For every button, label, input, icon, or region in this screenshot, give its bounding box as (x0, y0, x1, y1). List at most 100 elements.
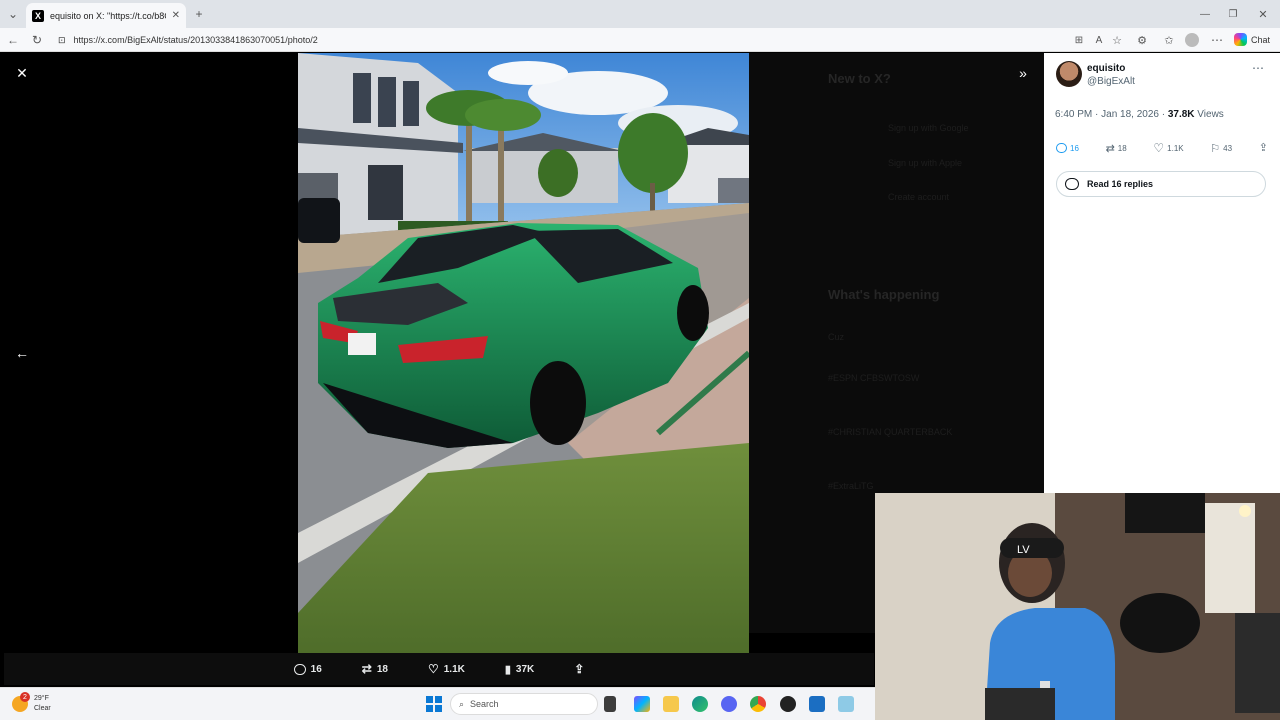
repost-count: 18 (1117, 143, 1127, 153)
bookmark-button[interactable]: ⚐ 43 (1210, 141, 1232, 155)
weather-widget[interactable]: 2 29°F Clear (12, 692, 51, 714)
views-action[interactable]: ▮ 37K (505, 663, 534, 676)
share-icon: ⇪ (574, 662, 585, 676)
copilot-chat-button[interactable]: Chat (1234, 33, 1270, 46)
back-icon[interactable]: ← (4, 31, 22, 49)
post-action-row: 16 ⇄ 18 ♡ 1.1K ⚐ 43 ⇪ (1056, 141, 1268, 155)
weather-icon: 2 (12, 692, 30, 712)
bookmark-count: 43 (1223, 143, 1233, 153)
like-count: 1.1K (1167, 143, 1184, 153)
new-to-x-heading: New to X? (828, 71, 891, 86)
app-available-icon[interactable]: ⊞ (1070, 31, 1088, 49)
close-tab-icon[interactable]: ✕ (172, 10, 180, 21)
new-tab-icon[interactable]: + (190, 5, 208, 23)
reply-button[interactable]: 16 (1056, 141, 1079, 155)
share-action[interactable]: ⇪ (574, 662, 584, 676)
more-menu-icon[interactable]: ⋯ (1208, 31, 1226, 49)
signup-google: Sign up with Google (888, 123, 969, 133)
reply-icon (293, 663, 306, 675)
address-bar: ← ↻ ⊡ https://x.com/BigExAlt/status/2013… (0, 28, 1280, 52)
analytics-icon: ▮ (504, 663, 511, 676)
read-replies-label: Read 16 replies (1087, 179, 1154, 189)
trend-item: #CHRISTIAN QUARTERBACK (828, 427, 953, 437)
start-icon[interactable] (426, 696, 442, 712)
browser-tab-bar: ⌄ X equisito on X: "https://t.co/b8Cc8t … (0, 0, 1280, 28)
heart-icon: ♡ (427, 662, 439, 676)
whats-happening-heading: What's happening (828, 287, 940, 302)
repost-count: 18 (376, 663, 388, 675)
copilot-app-icon[interactable] (634, 696, 650, 712)
collapse-panel-icon[interactable]: » (1013, 63, 1033, 83)
favorites-icon[interactable]: ✩ (1160, 31, 1178, 49)
author-name[interactable]: equisito (1087, 63, 1125, 74)
author-handle[interactable]: @BigExAlt (1087, 76, 1135, 87)
reply-count: 16 (310, 663, 322, 675)
read-replies-button[interactable]: Read 16 replies (1056, 171, 1266, 197)
repost-button[interactable]: ⇄ 18 (1106, 141, 1127, 155)
views-label: Views (1194, 109, 1224, 120)
share-button[interactable]: ⇪ (1259, 141, 1268, 155)
taskbar-search-box[interactable]: ⌕ Search (450, 693, 598, 715)
views-number: 37.8K (1167, 109, 1195, 120)
tab-actions-icon[interactable]: ⌄ (4, 5, 22, 23)
views-count: 37K (515, 663, 535, 675)
more-options-icon[interactable]: ⋯ (1252, 61, 1264, 75)
repost-icon: ⇄ (1105, 142, 1115, 155)
create-account: Create account (888, 192, 950, 202)
reply-icon (1056, 143, 1067, 153)
profile-avatar[interactable] (1185, 33, 1199, 47)
repost-action[interactable]: ⇄ 18 (362, 662, 388, 676)
car-photo-image (298, 53, 749, 653)
extensions-icon[interactable]: ⚙ (1133, 31, 1151, 49)
speech-bubble-icon (1065, 178, 1079, 190)
media-action-bar: 16 ⇄ 18 ♡ 1.1K ▮ 37K ⇪ (4, 653, 874, 685)
bookmark-icon: ⚐ (1210, 142, 1221, 155)
task-view-icon[interactable] (604, 696, 616, 712)
favorite-star-icon[interactable]: ☆ (1108, 31, 1126, 49)
trend-item: Cuz (828, 332, 845, 342)
svg-text:LV: LV (1017, 544, 1030, 556)
weather-temp: 29°F (34, 695, 49, 702)
tab-title: equisito on X: "https://t.co/b8Cc8t (50, 10, 166, 21)
discord-icon[interactable] (721, 696, 737, 712)
refresh-icon[interactable]: ↻ (28, 31, 46, 49)
windows-taskbar: 2 29°F Clear ⌕ Search (0, 687, 875, 720)
webcam-overlay: LV (875, 493, 1280, 720)
restore-icon[interactable]: ❐ (1224, 5, 1242, 23)
like-action[interactable]: ♡ 1.1K (428, 662, 465, 676)
post-timestamp: 6:40 PM · Jan 18, 2026 · 37.8K Views (1055, 109, 1224, 120)
trend-item: #ExtraLiTG (828, 481, 874, 491)
reply-action[interactable]: 16 (293, 663, 322, 675)
webcam-feed-image: LV (875, 493, 1280, 720)
previous-photo-icon[interactable]: ← (12, 343, 32, 363)
share-icon: ⇪ (1258, 142, 1268, 154)
url-text: https://x.com/BigExAlt/status/2013033841… (73, 35, 318, 45)
post-photo[interactable] (298, 53, 749, 653)
url-field[interactable]: ⊡ https://x.com/BigExAlt/status/20130338… (50, 30, 1100, 50)
chrome-icon[interactable] (750, 696, 766, 712)
close-window-icon[interactable]: ✕ (1254, 5, 1272, 23)
trend-item: #ESPN CFBSWTOSW (828, 373, 920, 383)
weather-desc: Clear (34, 705, 51, 712)
like-count: 1.1K (443, 663, 465, 675)
minimize-icon[interactable]: — (1196, 5, 1214, 23)
repost-icon: ⇄ (361, 662, 372, 676)
copilot-icon (1234, 33, 1247, 46)
x-logo-icon: X (32, 9, 44, 22)
read-aloud-icon[interactable]: A (1090, 31, 1108, 49)
browser-tab[interactable]: X equisito on X: "https://t.co/b8Cc8t ✕ (26, 3, 186, 28)
signup-apple: Sign up with Apple (888, 158, 963, 168)
file-explorer-icon[interactable] (663, 696, 679, 712)
like-button[interactable]: ♡ 1.1K (1153, 141, 1183, 155)
app-icon[interactable] (838, 696, 854, 712)
post-detail-panel: equisito @BigExAlt ⋯ 6:40 PM · Jan 18, 2… (1044, 53, 1280, 493)
search-icon: ⌕ (459, 698, 465, 709)
weather-badge: 2 (20, 692, 30, 702)
author-avatar[interactable] (1056, 61, 1082, 87)
search-placeholder: Search (470, 699, 499, 709)
close-viewer-icon[interactable]: ✕ (12, 63, 32, 83)
store-icon[interactable] (809, 696, 825, 712)
app-icon[interactable] (780, 696, 796, 712)
edge-icon[interactable] (692, 696, 708, 712)
site-info-icon[interactable]: ⊡ (58, 35, 66, 46)
